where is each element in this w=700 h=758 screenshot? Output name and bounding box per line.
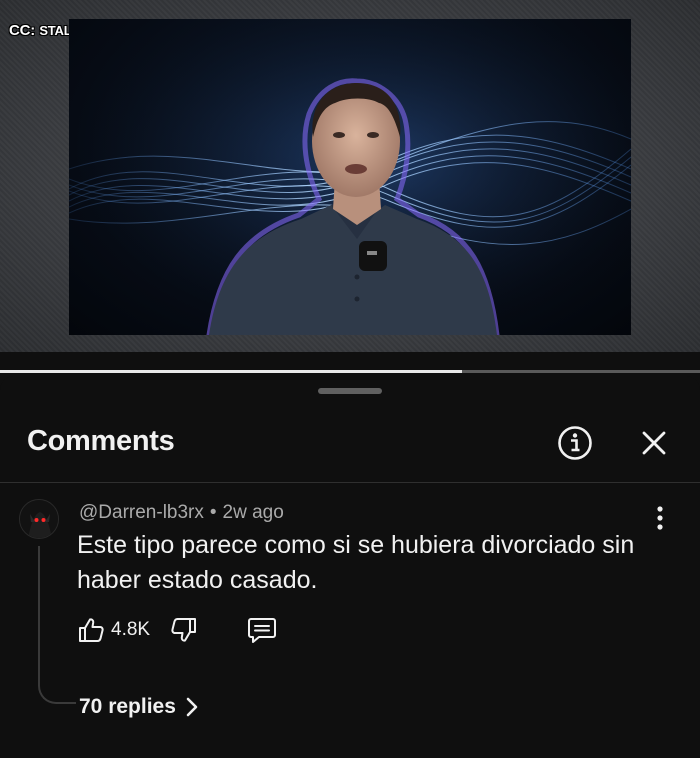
- header-divider: [0, 482, 700, 483]
- video-progress-bar[interactable]: [0, 370, 700, 373]
- reply-comment-icon: [248, 618, 276, 643]
- thumbs-up-icon: [79, 618, 104, 642]
- like-count: 4.8K: [111, 619, 151, 640]
- like-button[interactable]: 4.8K: [77, 616, 150, 644]
- video-frame: [69, 19, 631, 335]
- drag-handle[interactable]: [318, 388, 382, 394]
- avatar-image: [20, 500, 58, 538]
- more-vertical-icon: [657, 506, 663, 530]
- comments-panel: Comments @Darren-lb3rx • 2w ago Este tip…: [0, 376, 700, 758]
- comment-text: Este tipo parece como si se hubiera divo…: [77, 531, 635, 594]
- video-progress-fill: [0, 370, 462, 373]
- presenter-figure: [206, 78, 500, 335]
- dislike-button[interactable]: [170, 616, 198, 644]
- close-button[interactable]: [636, 425, 672, 461]
- close-icon: [642, 431, 666, 455]
- video-player[interactable]: CC: STALE2000: [0, 0, 700, 352]
- reply-thread-line: [38, 546, 76, 704]
- view-replies-button[interactable]: 70 replies: [79, 695, 198, 719]
- reply-button[interactable]: [247, 616, 277, 644]
- replies-label: 70 replies: [79, 695, 176, 718]
- avatar[interactable]: [19, 499, 59, 539]
- comment-author[interactable]: @Darren-lb3rx: [79, 502, 204, 523]
- caption-prefix: CC:: [9, 22, 36, 39]
- comment-time: 2w ago: [222, 502, 284, 523]
- panel-title: Comments: [27, 425, 175, 457]
- chevron-right-icon: [186, 697, 198, 717]
- meta-separator: •: [209, 502, 217, 523]
- thumbs-down-icon: [171, 618, 196, 642]
- info-button[interactable]: [557, 425, 593, 461]
- info-circle-icon: [558, 426, 592, 460]
- comment-meta: @Darren-lb3rx • 2w ago: [79, 502, 284, 524]
